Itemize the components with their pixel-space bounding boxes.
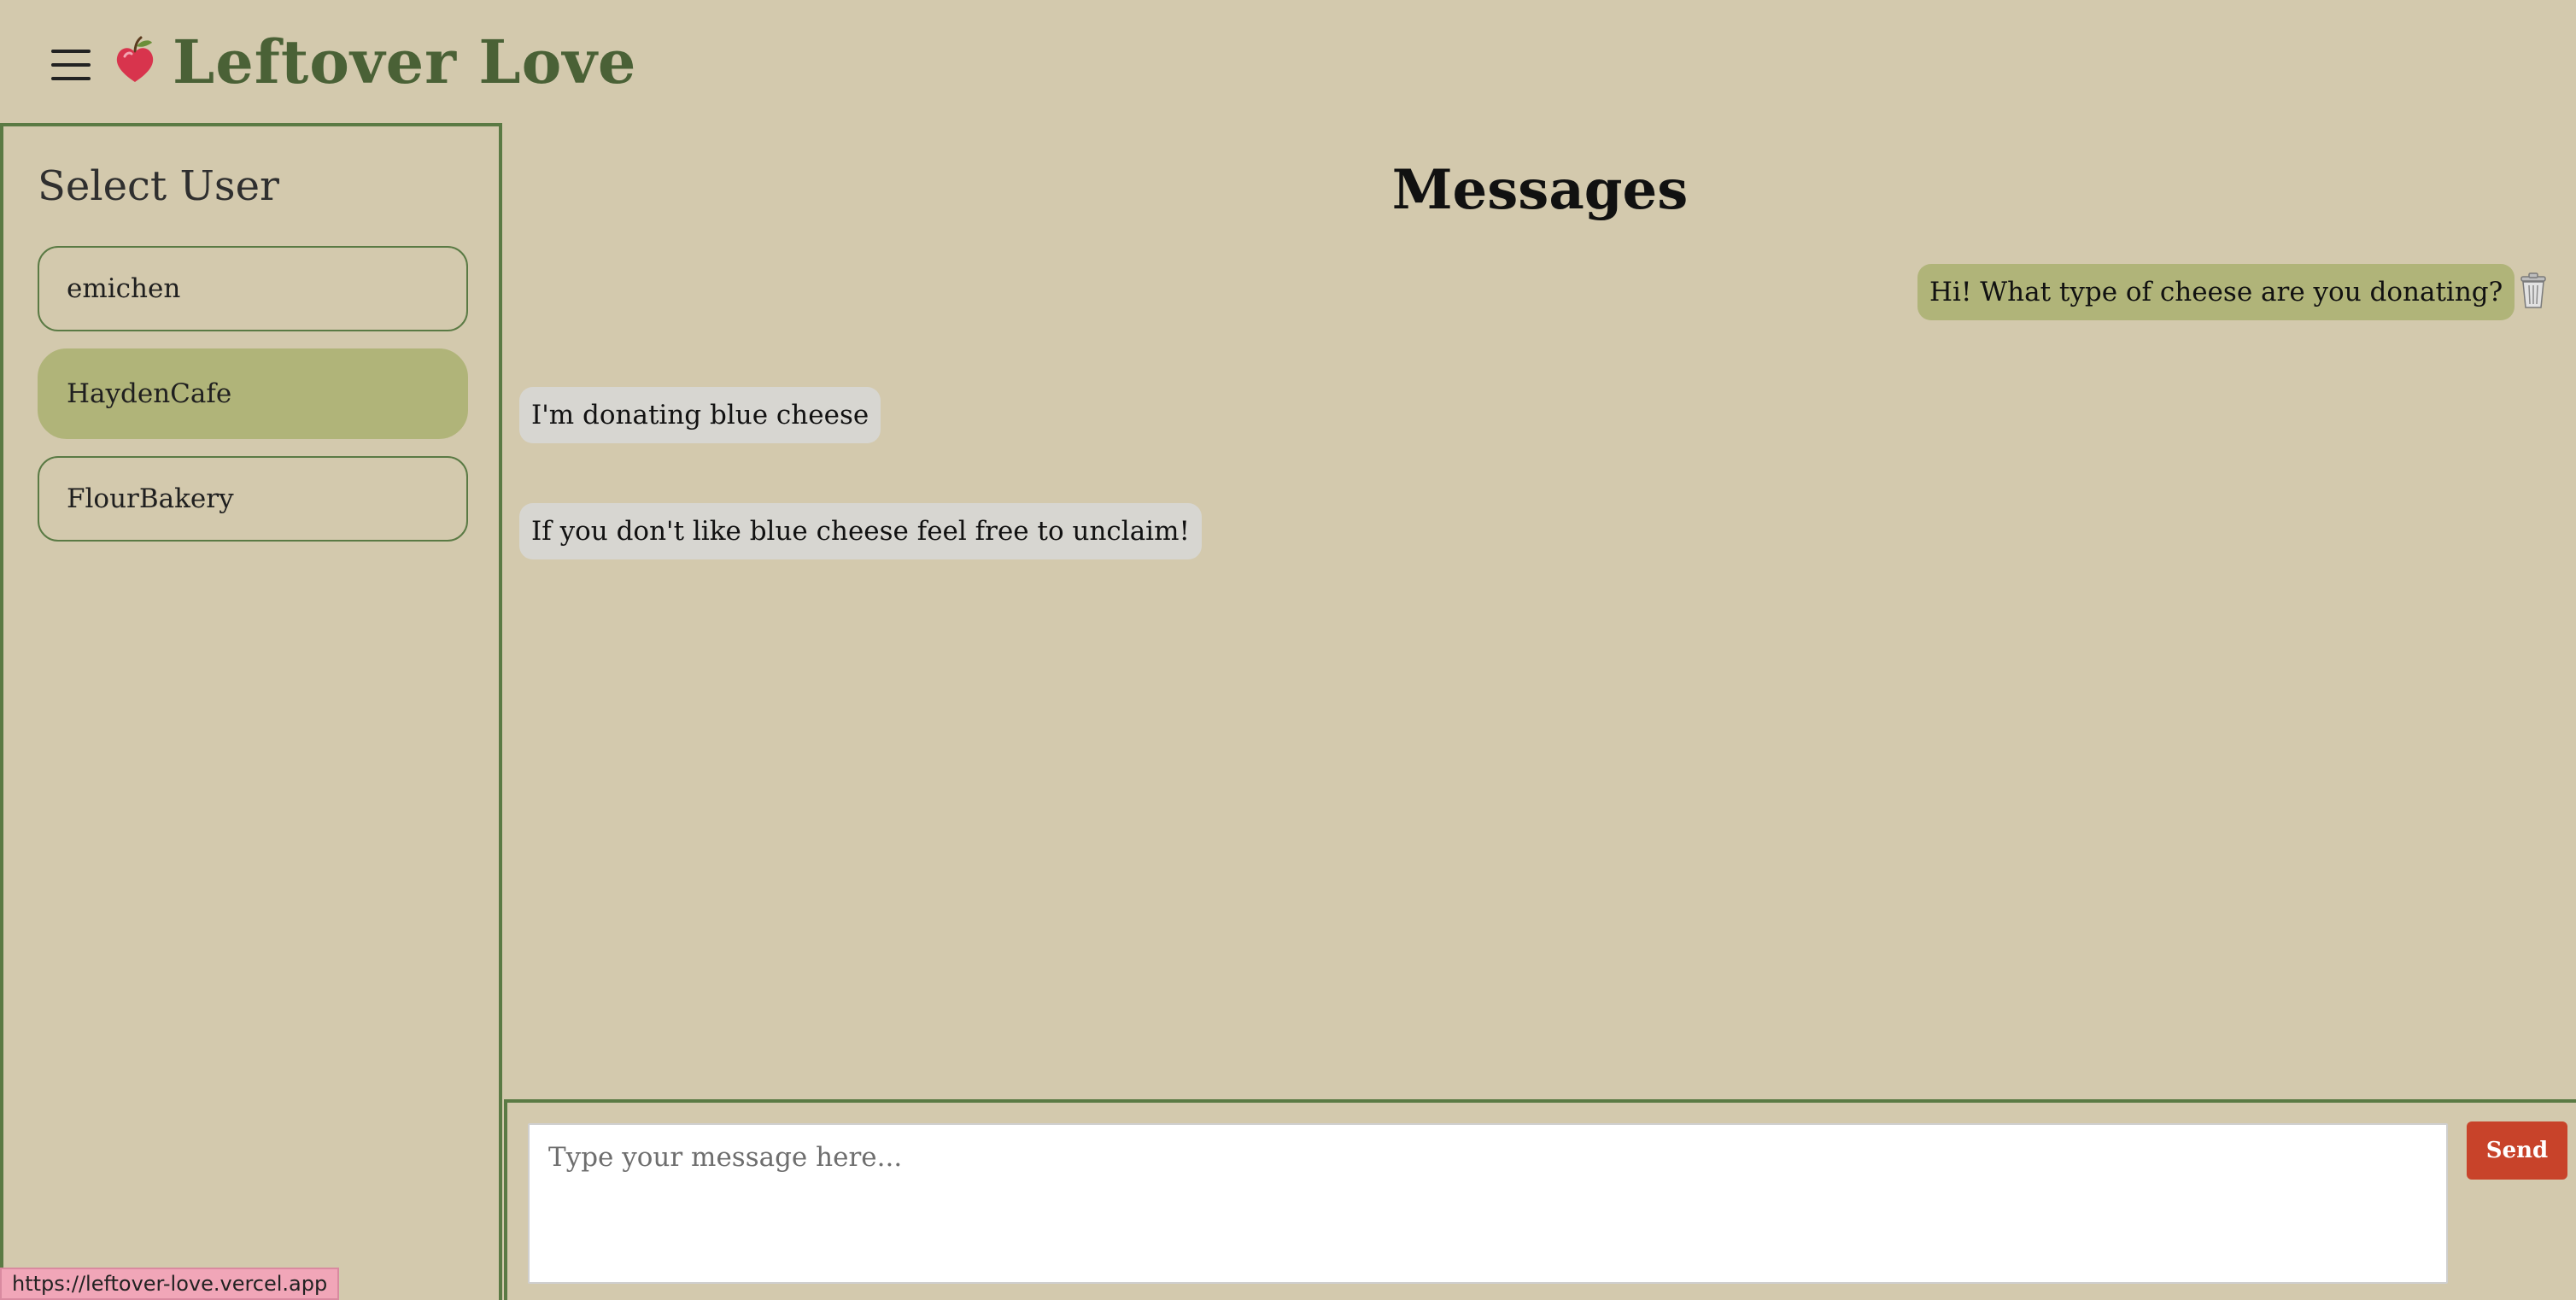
sidebar-title: Select User (38, 162, 279, 210)
message-bubble-sent: Hi! What type of cheese are you donating… (1917, 264, 2515, 320)
status-url: https://leftover-love.vercel.app (0, 1268, 340, 1300)
message-input[interactable] (528, 1123, 2448, 1284)
message-bubble-received: I'm donating blue cheese (519, 387, 881, 443)
apple-heart-icon (116, 36, 154, 82)
user-item-flourbakery[interactable]: FlourBakery (38, 456, 468, 542)
app-root: Leftover Love Select User emichen Hayden… (0, 0, 2576, 1300)
message-bubble-received: If you don't like blue cheese feel free … (519, 503, 1202, 559)
user-item-emichen[interactable]: emichen (38, 246, 468, 331)
top-header: Leftover Love (0, 0, 2576, 125)
user-item-haydencafe[interactable]: HaydenCafe (38, 348, 468, 439)
send-button[interactable]: Send (2467, 1121, 2567, 1180)
trash-icon[interactable] (2516, 272, 2550, 309)
messages-title: Messages (1391, 158, 1689, 222)
message-composer: Send (504, 1099, 2576, 1300)
hamburger-menu-icon[interactable] (51, 48, 91, 82)
brand-name[interactable]: Leftover Love (173, 24, 636, 101)
user-sidebar: Select User emichen HaydenCafe FlourBake… (0, 123, 502, 1300)
